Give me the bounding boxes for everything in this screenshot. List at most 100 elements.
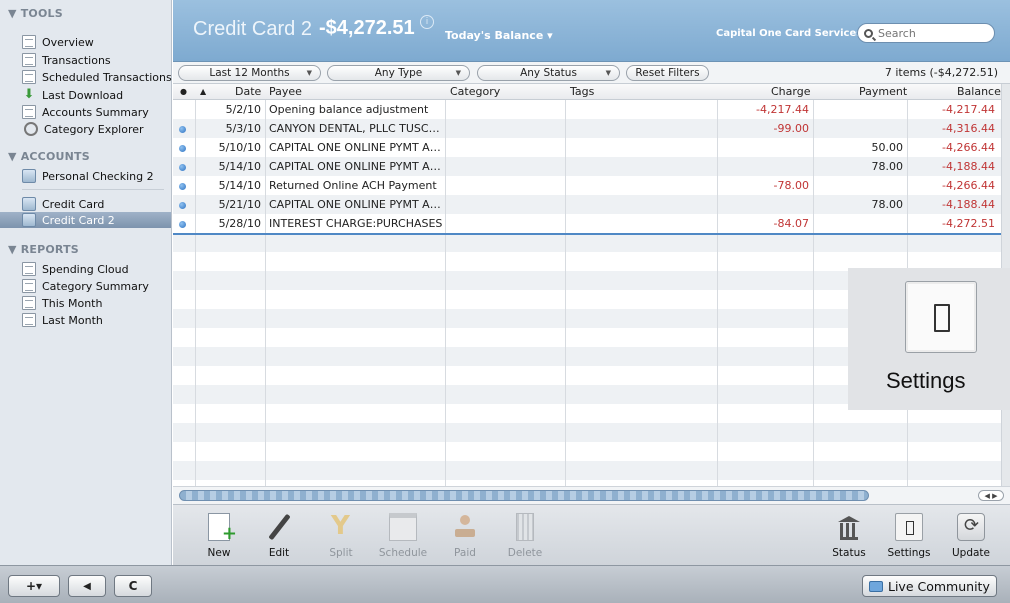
status-button[interactable]: Status bbox=[823, 513, 875, 563]
payee-cell: INTEREST CHARGE:PURCHASES bbox=[269, 217, 443, 230]
scroll-arrows[interactable]: ◀ ▶ bbox=[978, 490, 1004, 501]
payment-cell: 50.00 bbox=[871, 141, 904, 154]
split-button[interactable]: Split bbox=[315, 511, 367, 563]
new-button[interactable]: New bbox=[193, 513, 245, 563]
sidebar-item-credit-card[interactable]: Credit Card bbox=[22, 196, 104, 212]
live-community-button[interactable]: Live Community bbox=[862, 575, 997, 597]
payee-cell: CAPITAL ONE ONLINE PYMT A… bbox=[269, 160, 441, 173]
sidebar-item-last-download[interactable]: ⬇ Last Download bbox=[22, 87, 124, 103]
selection-indicator bbox=[173, 233, 1001, 235]
trash-icon bbox=[516, 513, 534, 541]
status-filter[interactable]: Any Status ▼ bbox=[477, 65, 620, 81]
date-cell: 5/3/10 bbox=[225, 122, 261, 135]
reset-filters-button[interactable]: Reset Filters bbox=[626, 65, 709, 81]
refresh-icon bbox=[957, 513, 985, 541]
charge-cell: -84.07 bbox=[773, 217, 809, 230]
account-icon bbox=[22, 197, 36, 211]
column-category[interactable]: Category bbox=[450, 85, 500, 98]
settings-button[interactable]: Settings bbox=[883, 513, 935, 563]
cleared-status-dot[interactable] bbox=[179, 202, 186, 209]
settings-switch-icon bbox=[895, 513, 923, 541]
account-name: Credit Card 2 bbox=[193, 18, 312, 40]
transactions-icon bbox=[22, 53, 36, 67]
report-icon bbox=[22, 279, 36, 293]
balance-type-menu[interactable]: Today's Balance ▾ bbox=[445, 29, 553, 42]
date-cell: 5/14/10 bbox=[218, 160, 261, 173]
column-date[interactable]: Date bbox=[235, 85, 261, 98]
sidebar-item-last-month[interactable]: Last Month bbox=[22, 312, 103, 328]
cleared-status-dot[interactable] bbox=[179, 126, 186, 133]
table-header: ● ▲ Date Payee Category Tags Charge Paym… bbox=[173, 84, 1010, 100]
column-payment[interactable]: Payment bbox=[859, 85, 907, 98]
add-menu-button[interactable]: +▾ bbox=[8, 575, 60, 597]
sidebar-item-spending-cloud[interactable]: Spending Cloud bbox=[22, 261, 129, 277]
payee-cell: CANYON DENTAL, PLLC TUSC… bbox=[269, 122, 440, 135]
sidebar-item-credit-card-2[interactable]: Credit Card 2 bbox=[0, 212, 171, 228]
report-icon bbox=[22, 296, 36, 310]
search-input[interactable] bbox=[878, 26, 988, 40]
sidebar-item-personal-checking-2[interactable]: Personal Checking 2 bbox=[22, 168, 154, 184]
balance-cell: -4,316.44 bbox=[942, 122, 995, 135]
sidebar-item-this-month[interactable]: This Month bbox=[22, 295, 102, 311]
column-status[interactable]: ● bbox=[180, 87, 187, 96]
report-icon bbox=[22, 262, 36, 276]
sort-ascending-icon[interactable]: ▲ bbox=[200, 87, 206, 96]
filter-bar: Last 12 Months ▼ Any Type ▼ Any Status ▼ Re… bbox=[173, 62, 1010, 84]
search-icon bbox=[864, 28, 873, 38]
report-icon bbox=[22, 313, 36, 327]
account-icon bbox=[22, 213, 36, 227]
download-arrow-icon: ⬇ bbox=[23, 87, 35, 102]
payee-cell: Opening balance adjustment bbox=[269, 103, 429, 116]
update-button[interactable]: Update bbox=[945, 513, 997, 563]
date-cell: 5/2/10 bbox=[225, 103, 261, 116]
cleared-status-dot[interactable] bbox=[179, 145, 186, 152]
calendar-icon bbox=[389, 513, 417, 541]
row-background bbox=[173, 461, 1001, 480]
info-icon[interactable]: i bbox=[420, 15, 434, 29]
column-balance[interactable]: Balance bbox=[957, 85, 1001, 98]
refresh-button[interactable]: C bbox=[114, 575, 152, 597]
items-summary: 7 items (-$4,272.51) bbox=[884, 66, 998, 79]
reports-section-header[interactable]: ▼ REPORTS bbox=[8, 243, 79, 256]
sidebar-item-category-summary[interactable]: Category Summary bbox=[22, 278, 149, 294]
period-filter[interactable]: Last 12 Months ▼ bbox=[178, 65, 321, 81]
paid-button[interactable]: Paid bbox=[439, 513, 491, 563]
cleared-status-dot[interactable] bbox=[179, 164, 186, 171]
bank-name-link[interactable]: Capital One Card Services bbox=[716, 28, 862, 39]
column-tags[interactable]: Tags bbox=[570, 85, 594, 98]
row-background bbox=[173, 233, 1001, 252]
action-toolbar: New Edit Split Schedule Paid Delete Stat… bbox=[173, 504, 1010, 565]
type-filter[interactable]: Any Type ▼ bbox=[327, 65, 470, 81]
split-icon bbox=[327, 511, 355, 541]
magnifier-icon bbox=[24, 122, 38, 136]
date-cell: 5/21/10 bbox=[218, 198, 261, 211]
charge-cell: -4,217.44 bbox=[756, 103, 809, 116]
sidebar-item-scheduled-transactions[interactable]: Scheduled Transactions bbox=[22, 69, 172, 85]
edit-button[interactable]: Edit bbox=[253, 513, 305, 563]
search-field[interactable] bbox=[857, 23, 995, 43]
sidebar-item-transactions[interactable]: Transactions bbox=[22, 52, 111, 68]
sidebar-divider bbox=[22, 189, 164, 190]
delete-button[interactable]: Delete bbox=[499, 513, 551, 563]
balance-cell: -4,217.44 bbox=[942, 103, 995, 116]
horizontal-scrollbar[interactable]: ◀ ▶ bbox=[173, 486, 1010, 504]
accounts-summary-icon bbox=[22, 105, 36, 119]
cleared-status-dot[interactable] bbox=[179, 183, 186, 190]
tools-section-header[interactable]: ▼ TOOLS bbox=[8, 7, 63, 20]
account-header: Credit Card 2 -$4,272.51 i Today's Balan… bbox=[173, 0, 1010, 62]
sidebar-item-accounts-summary[interactable]: Accounts Summary bbox=[22, 104, 149, 120]
scrollbar-thumb[interactable] bbox=[179, 490, 869, 501]
column-payee[interactable]: Payee bbox=[269, 85, 302, 98]
callout-label: Settings bbox=[886, 368, 966, 393]
accounts-section-header[interactable]: ▼ ACCOUNTS bbox=[8, 150, 90, 163]
sidebar-item-overview[interactable]: Overview bbox=[22, 34, 94, 50]
back-button[interactable]: ◀ bbox=[68, 575, 106, 597]
column-charge[interactable]: Charge bbox=[771, 85, 810, 98]
pen-icon bbox=[265, 513, 293, 541]
sidebar: ▼ TOOLS Overview Transactions Scheduled … bbox=[0, 0, 172, 565]
bottom-bar: +▾ ◀ C Live Community bbox=[0, 565, 1010, 603]
payment-cell: 78.00 bbox=[871, 160, 904, 173]
sidebar-item-category-explorer[interactable]: Category Explorer bbox=[22, 121, 144, 137]
cleared-status-dot[interactable] bbox=[179, 221, 186, 228]
schedule-button[interactable]: Schedule bbox=[377, 513, 429, 563]
